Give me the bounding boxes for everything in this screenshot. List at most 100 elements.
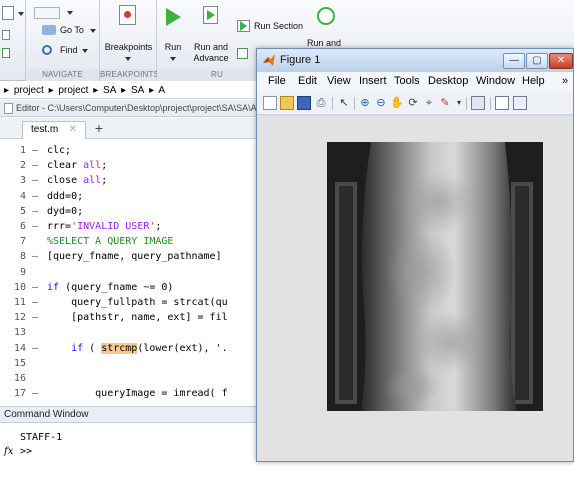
open-file-icon[interactable] xyxy=(280,96,294,110)
chevron-down-icon[interactable] xyxy=(18,12,24,16)
brush-icon[interactable]: ✎ xyxy=(438,96,452,110)
menu-file[interactable]: File xyxy=(268,75,286,87)
code-token: 'INVALID USER' xyxy=(71,221,156,232)
menu-tools[interactable]: Tools xyxy=(394,75,420,87)
menu-view[interactable]: View xyxy=(327,75,351,87)
code-token: clear xyxy=(47,160,84,172)
code-token: ddd=0; xyxy=(47,190,84,202)
menu-insert[interactable]: Insert xyxy=(359,75,387,87)
breakpoint-marker[interactable]: – xyxy=(32,144,38,158)
menu-help[interactable]: Help xyxy=(522,75,545,87)
chevron-down-icon[interactable] xyxy=(170,57,176,61)
close-button[interactable]: ✕ xyxy=(549,53,573,69)
breakpoint-marker[interactable]: – xyxy=(32,220,38,234)
compare-icon[interactable] xyxy=(2,30,10,40)
breadcrumb-item[interactable]: project xyxy=(58,85,88,96)
breakpoint-marker[interactable]: – xyxy=(32,190,38,204)
file-icon[interactable] xyxy=(2,6,14,20)
matlab-logo-icon xyxy=(263,54,275,66)
line-number: 10 xyxy=(13,281,26,293)
legend-icon[interactable] xyxy=(513,96,527,110)
breadcrumb-arrow-icon: ▸ xyxy=(93,85,99,96)
code-text: queryImage = imread( f xyxy=(47,387,227,401)
zoom-out-icon[interactable]: ⊖ xyxy=(374,96,388,110)
command-window[interactable]: STAFF-1 fx >> xyxy=(0,424,280,486)
code-text: query_fullpath = strcat(qu xyxy=(47,296,228,310)
chevron-down-icon[interactable] xyxy=(125,57,131,61)
zoom-in-icon[interactable]: ⊕ xyxy=(358,96,372,110)
breakpoint-marker[interactable]: – xyxy=(32,205,38,219)
maximize-button[interactable]: ▢ xyxy=(526,53,548,69)
line-number: 7 xyxy=(19,236,26,248)
breadcrumb-item[interactable]: SA xyxy=(103,85,116,96)
tab-test-m[interactable]: test.m ✕ xyxy=(22,121,86,139)
close-tab-icon[interactable]: ✕ xyxy=(69,122,77,138)
breakpoint-marker[interactable]: – xyxy=(32,311,38,325)
pointer-icon[interactable]: ↖ xyxy=(337,96,351,110)
navigate-section: Go To Find NAVIGATE xyxy=(26,0,100,81)
new-tab-button[interactable]: + xyxy=(90,121,108,138)
breadcrumb-item[interactable]: project xyxy=(14,85,44,96)
breakpoint-marker[interactable]: – xyxy=(32,296,38,310)
print-icon[interactable] xyxy=(2,48,10,58)
code-token: (lower(ext), '. xyxy=(137,342,228,354)
code-token: clc; xyxy=(47,145,72,156)
breadcrumb-item[interactable]: A xyxy=(158,85,165,96)
editor-tab-bar: test.m ✕ + xyxy=(0,118,280,139)
run-section-button[interactable]: Run Section xyxy=(254,21,303,31)
breakpoints-button[interactable]: Breakpoints xyxy=(100,42,157,52)
menu-window[interactable]: Window xyxy=(476,75,515,87)
breakpoints-icon[interactable] xyxy=(119,5,136,25)
goto-button[interactable]: Go To xyxy=(60,25,84,35)
code-token: strcmp xyxy=(101,342,138,354)
new-figure-icon[interactable] xyxy=(263,96,277,110)
run-and-time-icon[interactable] xyxy=(317,7,335,25)
run-and-time-button[interactable]: Run and xyxy=(307,38,341,48)
chevron-down-icon[interactable]: ▾ xyxy=(452,96,466,110)
breakpoint-marker[interactable]: – xyxy=(32,174,38,188)
comment-icon[interactable] xyxy=(34,7,60,19)
function-browser-icon[interactable]: fx xyxy=(4,446,13,457)
code-token: dyd=0; xyxy=(47,205,84,217)
command-window-title: Command Window xyxy=(0,406,280,423)
navigate-group-label: NAVIGATE xyxy=(26,69,99,81)
code-text: clear all; xyxy=(47,159,107,173)
breakpoint-marker[interactable]: – xyxy=(32,387,38,401)
document-icon xyxy=(4,103,13,114)
link-plot-icon[interactable] xyxy=(471,96,485,110)
breakpoint-marker[interactable]: – xyxy=(32,342,38,356)
breakpoint-marker[interactable]: – xyxy=(32,281,38,295)
breakpoint-marker[interactable]: – xyxy=(32,250,38,264)
menu-edit[interactable]: Edit xyxy=(298,75,317,87)
pan-icon[interactable]: ✋ xyxy=(390,96,404,110)
query-image xyxy=(327,142,543,411)
run-advance-button[interactable]: Run and Advance xyxy=(191,42,231,64)
run-advance-icon[interactable] xyxy=(203,6,218,24)
chevron-down-icon[interactable] xyxy=(67,11,73,15)
figure-title-bar[interactable]: Figure 1 — ▢ ✕ xyxy=(257,49,573,72)
data-cursor-icon[interactable]: ⌖ xyxy=(422,96,436,110)
colorbar-icon[interactable] xyxy=(495,96,509,110)
code-editor[interactable]: 1– clc; 2– clear all; 3– close all; 4– ddd=0; 5–… xyxy=(0,140,280,405)
print-icon[interactable]: ⎙ xyxy=(314,96,328,110)
chevron-down-icon[interactable] xyxy=(82,49,88,53)
menu-desktop[interactable]: Desktop xyxy=(428,75,468,87)
run-icon[interactable] xyxy=(166,8,181,26)
command-prompt[interactable]: >> xyxy=(20,446,32,457)
rotate-icon[interactable]: ⟳ xyxy=(406,96,420,110)
save-icon[interactable] xyxy=(297,96,311,110)
run-button[interactable]: Run xyxy=(157,42,189,52)
line-number: 15 xyxy=(13,357,26,369)
chevron-down-icon[interactable] xyxy=(90,29,96,33)
minimize-button[interactable]: — xyxy=(503,53,525,69)
advance-icon[interactable] xyxy=(237,48,248,59)
breakpoint-marker[interactable]: – xyxy=(32,159,38,173)
code-token: all xyxy=(83,175,102,187)
find-button[interactable]: Find xyxy=(60,45,78,55)
search-icon xyxy=(42,45,52,55)
code-text: if ( strcmp(lower(ext), '. xyxy=(47,342,228,356)
run-section-icon[interactable] xyxy=(237,20,250,32)
menu-overflow-icon[interactable]: » xyxy=(562,75,568,87)
breadcrumb-item[interactable]: SA xyxy=(131,85,144,96)
